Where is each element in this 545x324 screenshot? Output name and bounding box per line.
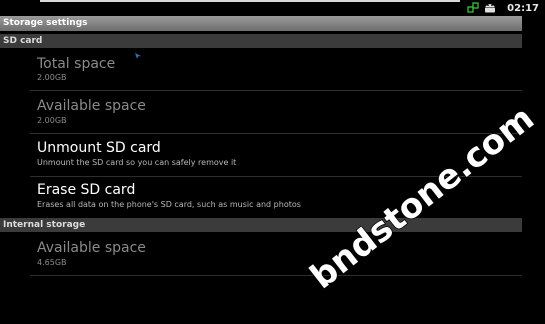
item-summary: 2.00GB	[37, 73, 67, 82]
item-title: Unmount SD card	[37, 140, 161, 156]
android-debug-icon	[483, 0, 497, 18]
page-title: Storage settings	[0, 16, 522, 31]
item-summary: Erases all data on the phone's SD card, …	[37, 200, 301, 209]
usb-connected-icon	[467, 0, 479, 18]
internal-available-space-item: Available space 4.65GB	[0, 233, 522, 275]
unmount-sd-card-item[interactable]: Unmount SD card Unmount the SD card so y…	[0, 134, 522, 176]
item-title: Erase SD card	[37, 182, 136, 198]
status-bar: 02:17	[0, 0, 545, 16]
item-title: Total space	[37, 56, 116, 72]
item-title: Available space	[37, 240, 146, 256]
erase-sd-card-item[interactable]: Erase SD card Erases all data on the pho…	[0, 177, 522, 217]
notification-strip	[40, 0, 460, 2]
item-summary: Unmount the SD card so you can safely re…	[37, 158, 237, 167]
status-icons: 02:17	[467, 1, 539, 15]
mouse-cursor-icon	[135, 53, 141, 59]
item-summary: 4.65GB	[37, 258, 67, 267]
item-summary: 2.00GB	[37, 116, 67, 125]
divider	[30, 275, 522, 276]
clock: 02:17	[507, 2, 539, 14]
total-space-item: Total space 2.00GB	[0, 48, 522, 90]
section-header-internal-storage: Internal storage	[0, 218, 522, 232]
section-header-sd-card: SD card	[0, 34, 522, 48]
item-title: Available space	[37, 98, 146, 114]
sd-available-space-item: Available space 2.00GB	[0, 91, 522, 133]
